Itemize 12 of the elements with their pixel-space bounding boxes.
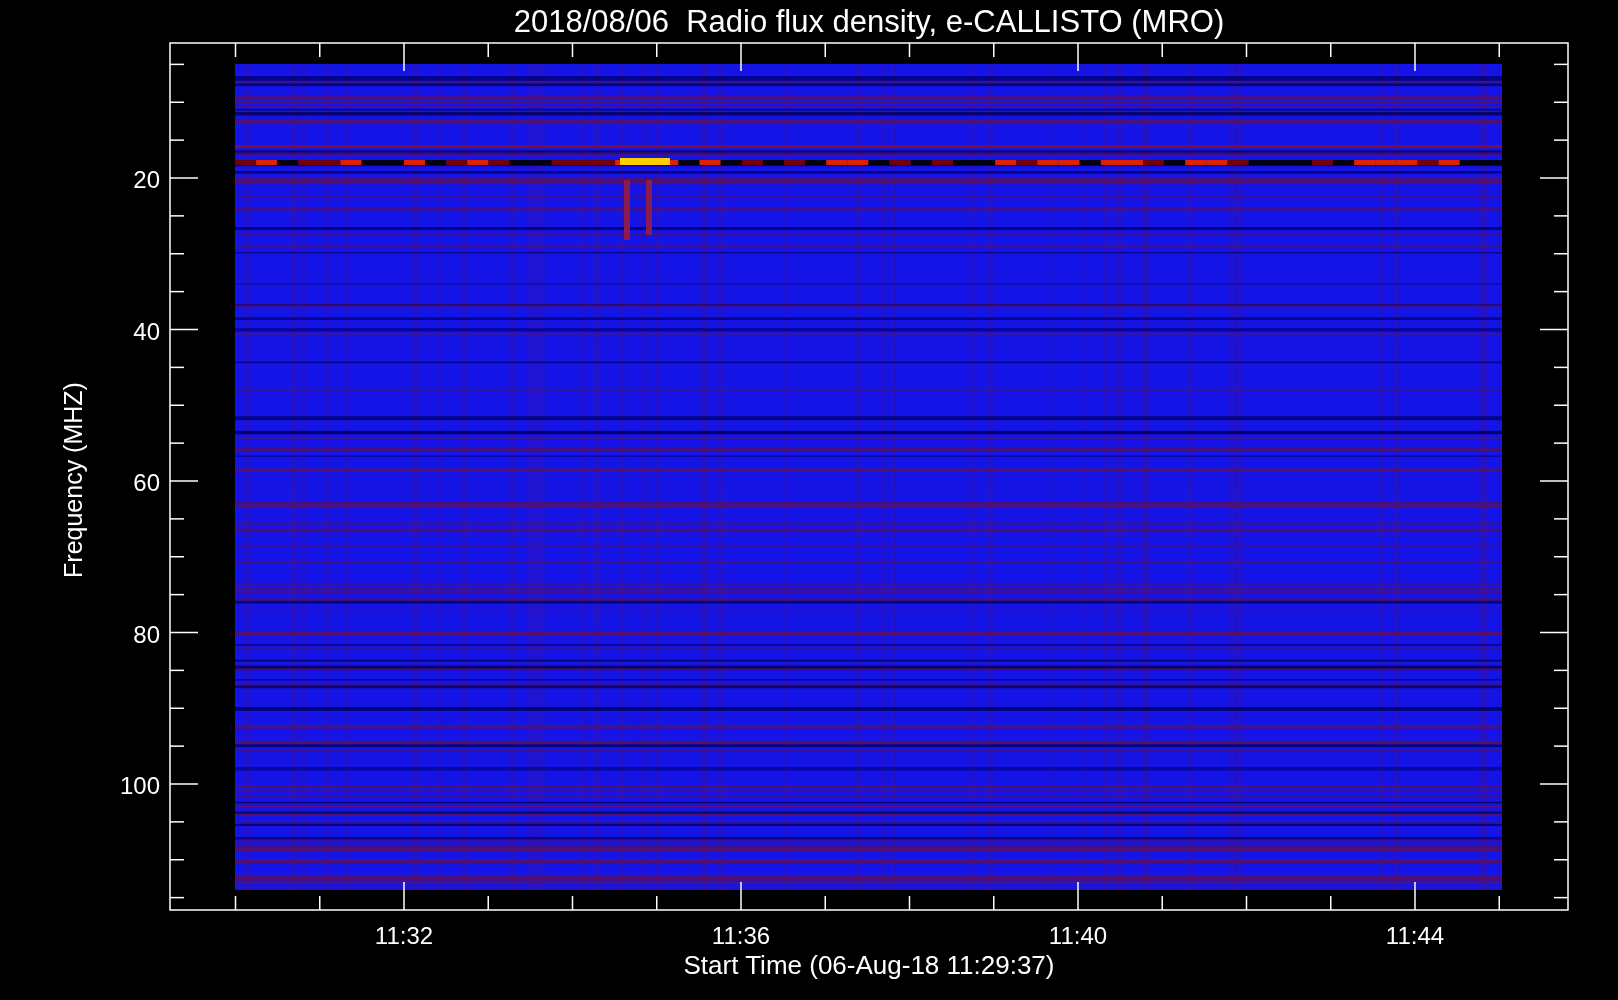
x-tick-label: 11:36 (711, 922, 771, 949)
x-tick-label: 11:32 (374, 922, 434, 949)
y-tick-label: 100 (119, 772, 160, 799)
y-tick-label: 60 (133, 469, 160, 496)
x-axis-label: Start Time (06-Aug-18 11:29:37) (683, 950, 1055, 980)
y-tick-label: 20 (133, 166, 160, 193)
y-axis-label: Frequency (MHZ) (59, 382, 87, 578)
y-tick-label: 40 (133, 317, 160, 345)
y-tick-label: 80 (133, 620, 160, 648)
chart-title: 2018/08/06 Radio flux density, e-CALLISTO (MRO) (513, 4, 1225, 39)
x-tick-label: 11:44 (1385, 922, 1445, 949)
x-tick-label: 11:40 (1048, 922, 1108, 949)
